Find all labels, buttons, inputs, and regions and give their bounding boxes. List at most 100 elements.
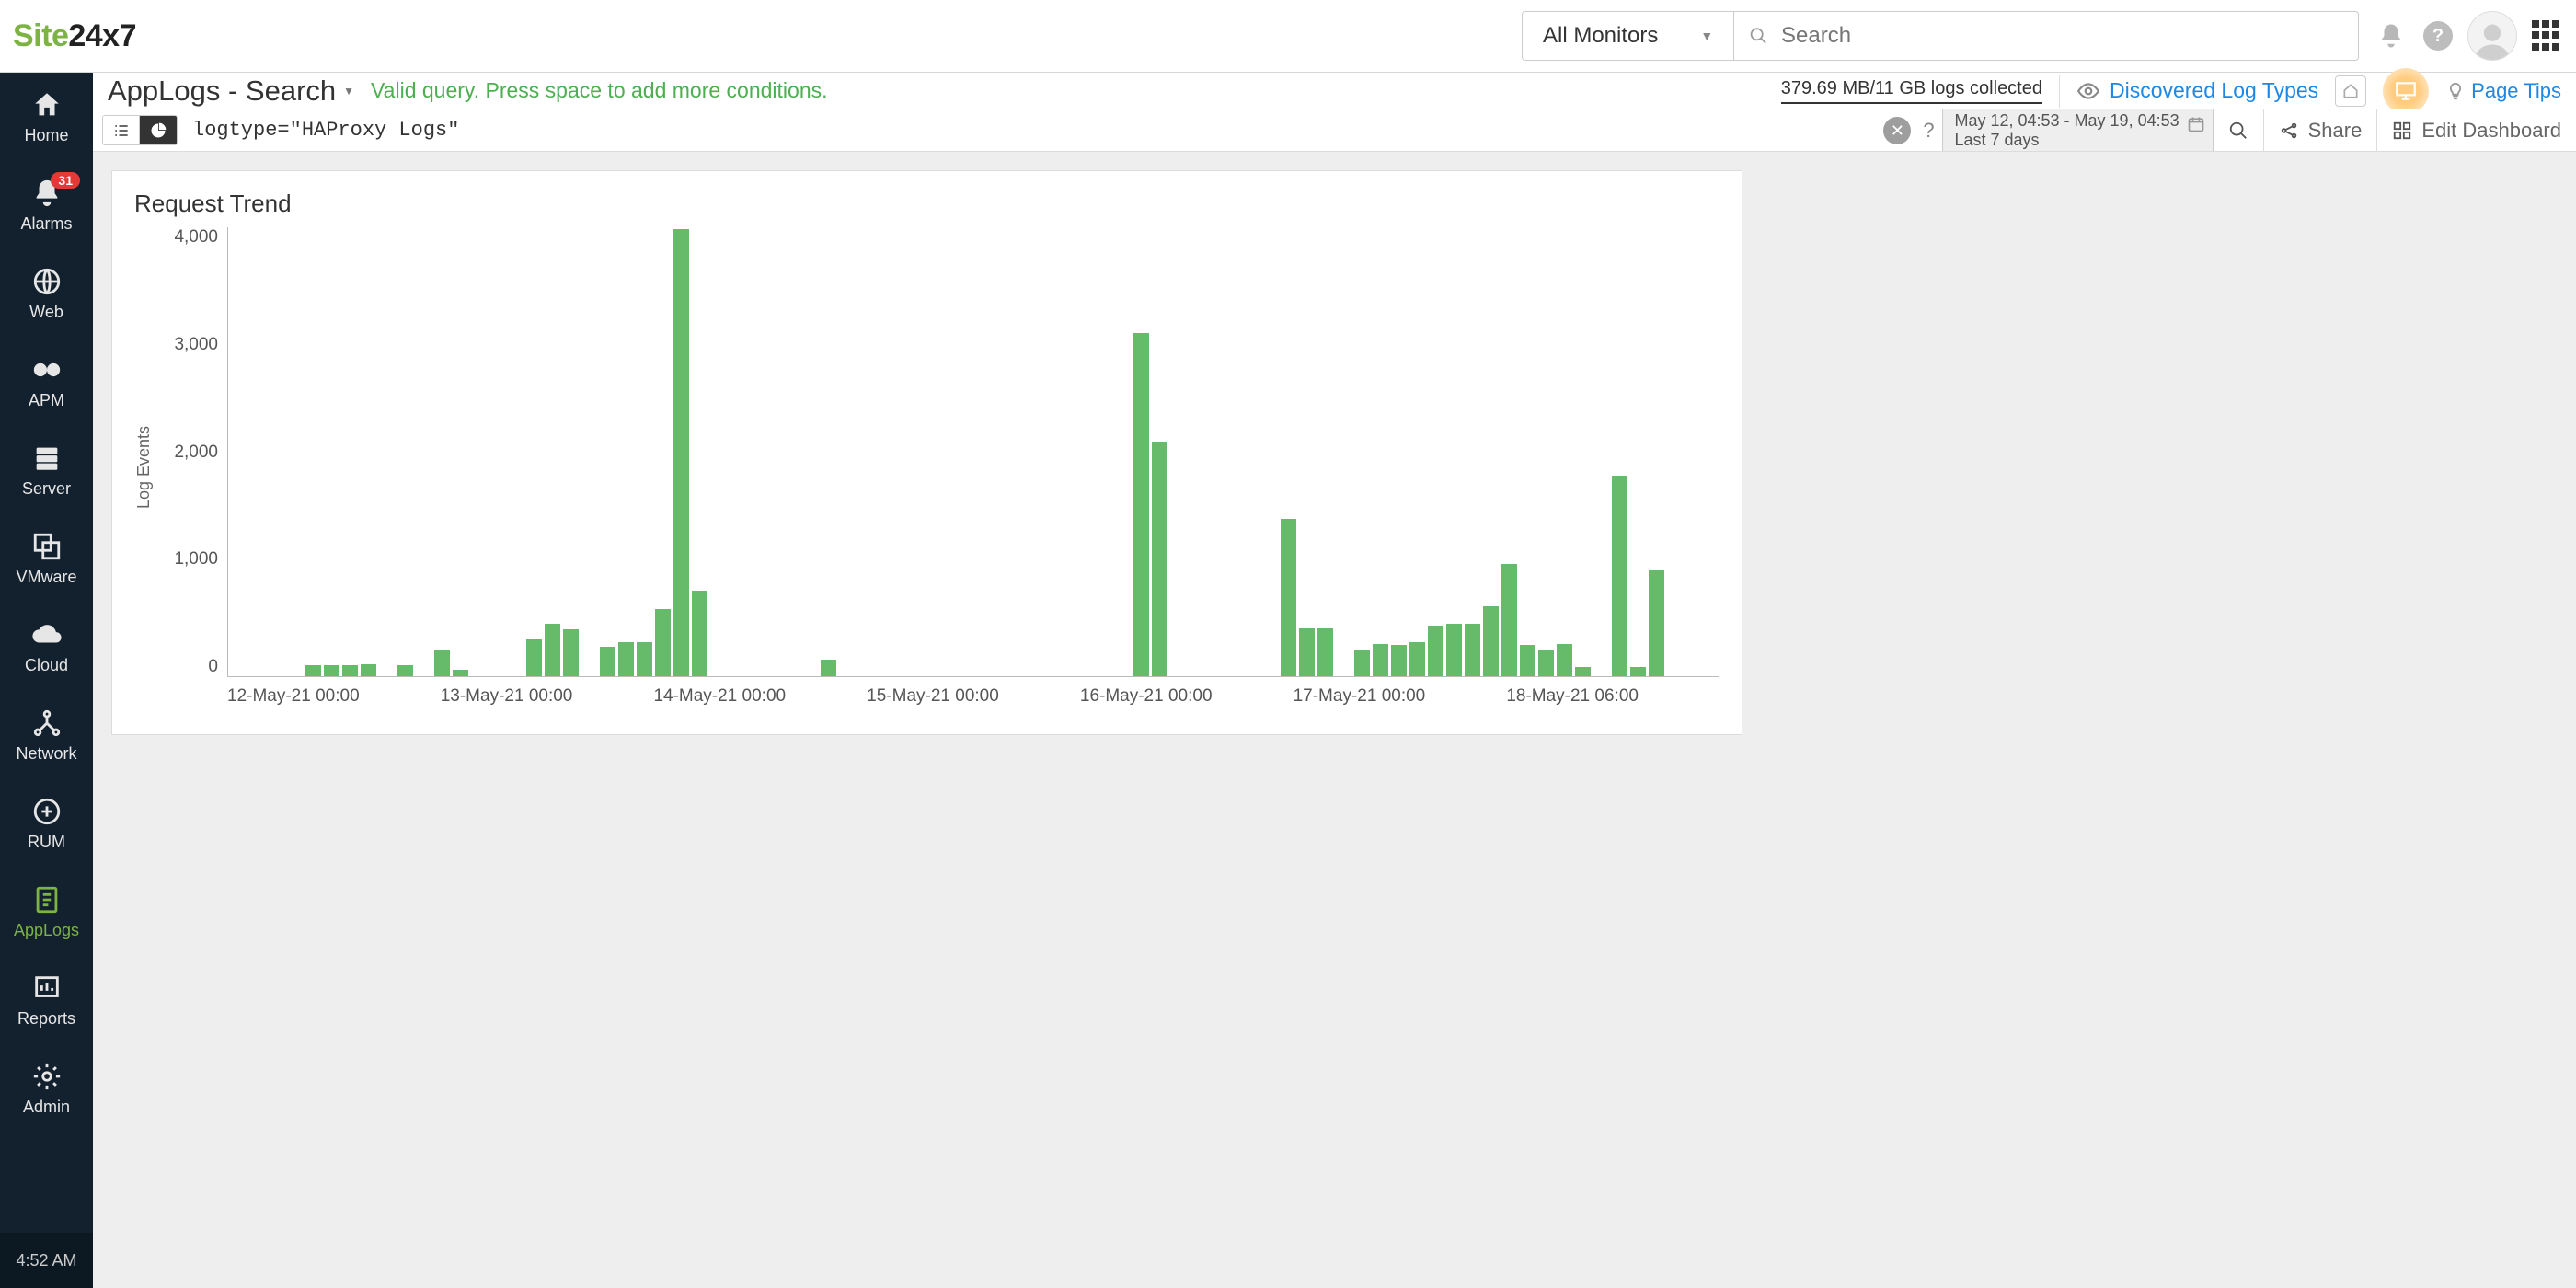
grid-icon (2392, 121, 2412, 141)
chart-bar[interactable] (618, 642, 634, 676)
chart-view-button[interactable] (140, 116, 177, 144)
sidebar-item-cloud[interactable]: Cloud (0, 603, 93, 691)
home-button[interactable] (2335, 75, 2366, 107)
global-search: All Monitors ▼ (1522, 11, 2359, 61)
chart-bar[interactable] (526, 639, 542, 676)
chart-bar[interactable] (1538, 650, 1554, 676)
chart-bar[interactable] (1630, 667, 1646, 676)
chart-bar[interactable] (821, 660, 836, 676)
chart-bar[interactable] (453, 670, 468, 676)
chart-bar[interactable] (1317, 628, 1333, 676)
page-title[interactable]: AppLogs - Search ▼ (108, 75, 354, 108)
chart-bar[interactable] (1281, 519, 1296, 676)
query-input[interactable]: logtype="HAProxy Logs" (181, 109, 1880, 151)
chart-bar[interactable] (1133, 333, 1149, 676)
chart-bar[interactable] (545, 624, 560, 676)
sidebar-item-reports[interactable]: Reports (0, 956, 93, 1044)
chart-bar[interactable] (1152, 442, 1167, 676)
chart-bar[interactable] (1446, 624, 1462, 676)
sub-header: AppLogs - Search ▼ Valid query. Press sp… (93, 73, 2576, 109)
chart-bar[interactable] (361, 664, 376, 676)
sidebar: Home 31 Alarms Web APM Server VMware Clo… (0, 73, 93, 1288)
chart-bar[interactable] (324, 665, 339, 676)
clear-query-button[interactable]: ✕ (1883, 117, 1911, 144)
request-trend-card: Request Trend Log Events 4,0003,0002,000… (111, 170, 1742, 735)
chart-bar[interactable] (1391, 645, 1407, 676)
chart-bar[interactable] (397, 665, 413, 676)
help-icon[interactable]: ? (2423, 21, 2453, 51)
chart-bar[interactable] (692, 591, 707, 676)
chart-xaxis: 12-May-21 00:0013-May-21 00:0014-May-21 … (227, 686, 1719, 707)
content: Request Trend Log Events 4,0003,0002,000… (93, 152, 2576, 1288)
chart-bar[interactable] (1483, 606, 1499, 676)
presentation-button[interactable] (2383, 68, 2429, 114)
calendar-icon (2187, 115, 2205, 138)
sidebar-item-label: Admin (23, 1098, 70, 1117)
edit-dashboard-button[interactable]: Edit Dashboard (2377, 109, 2576, 151)
chart-bar[interactable] (1354, 650, 1370, 676)
top-header: Site24x7 All Monitors ▼ ? (0, 0, 2576, 73)
sidebar-item-label: Cloud (25, 656, 68, 675)
chart-bar[interactable] (1575, 667, 1591, 676)
list-view-button[interactable] (103, 116, 140, 144)
chart-bar[interactable] (1649, 570, 1664, 676)
alarms-badge: 31 (51, 172, 80, 189)
chart-bar[interactable] (1299, 628, 1315, 676)
chart-bar[interactable] (1428, 626, 1443, 676)
chart-bar[interactable] (1612, 476, 1627, 676)
sidebar-item-server[interactable]: Server (0, 426, 93, 514)
global-search-input[interactable] (1781, 23, 2343, 49)
sidebar-item-label: Server (22, 479, 71, 499)
sidebar-item-network[interactable]: Network (0, 691, 93, 779)
sidebar-item-applogs[interactable]: AppLogs (0, 868, 93, 956)
chart-bar[interactable] (305, 665, 321, 676)
date-range-label: Last 7 days (1954, 131, 2179, 150)
home-icon (2341, 82, 2360, 100)
chart-bar[interactable] (1373, 644, 1388, 676)
chart-bar[interactable] (1520, 645, 1535, 676)
eye-icon (2076, 79, 2100, 103)
monitor-select[interactable]: All Monitors ▼ (1523, 12, 1734, 60)
sidebar-item-rum[interactable]: RUM (0, 779, 93, 868)
discovered-log-types[interactable]: Discovered Log Types (2076, 78, 2318, 103)
chart-bar[interactable] (600, 647, 615, 676)
chevron-down-icon: ▼ (343, 85, 354, 98)
sidebar-item-admin[interactable]: Admin (0, 1044, 93, 1133)
avatar[interactable] (2467, 11, 2517, 61)
logo[interactable]: Site24x7 (13, 18, 136, 54)
notifications-icon[interactable] (2374, 18, 2409, 53)
sidebar-item-home[interactable]: Home (0, 73, 93, 161)
sidebar-item-label: VMware (16, 568, 76, 587)
sidebar-item-alarms[interactable]: 31 Alarms (0, 161, 93, 249)
chart-ylabel: Log Events (134, 227, 154, 707)
date-range-picker[interactable]: May 12, 04:53 - May 19, 04:53 Last 7 day… (1942, 109, 2213, 151)
chart-bar[interactable] (1557, 644, 1572, 676)
query-help-button[interactable]: ? (1915, 109, 1942, 151)
chart-bar[interactable] (655, 609, 671, 676)
chart-bar[interactable] (673, 229, 689, 676)
chart-bar[interactable] (342, 665, 358, 676)
date-range-text: May 12, 04:53 - May 19, 04:53 (1954, 111, 2179, 131)
run-search-button[interactable] (2214, 109, 2264, 151)
search-icon (1749, 26, 1768, 46)
presentation-icon (2394, 79, 2418, 103)
chart-bar[interactable] (1501, 564, 1517, 676)
chart-bar[interactable] (1409, 642, 1425, 676)
share-button[interactable]: Share (2264, 109, 2378, 151)
apps-grid-icon[interactable] (2532, 20, 2563, 52)
chart-plot (227, 227, 1719, 677)
chart-bar[interactable] (1465, 624, 1480, 676)
main: AppLogs - Search ▼ Valid query. Press sp… (93, 73, 2576, 1288)
share-icon (2279, 121, 2299, 141)
sidebar-item-label: AppLogs (14, 921, 79, 940)
chart-bar[interactable] (637, 642, 652, 676)
chart-bar[interactable] (434, 650, 450, 676)
sidebar-item-apm[interactable]: APM (0, 338, 93, 426)
page-tips[interactable]: Page Tips (2445, 79, 2561, 103)
sidebar-item-web[interactable]: Web (0, 249, 93, 338)
sidebar-item-label: RUM (28, 833, 65, 852)
search-icon (2228, 121, 2248, 141)
chart-bar[interactable] (563, 629, 579, 676)
sidebar-item-vmware[interactable]: VMware (0, 514, 93, 603)
sidebar-item-label: Web (29, 303, 63, 322)
